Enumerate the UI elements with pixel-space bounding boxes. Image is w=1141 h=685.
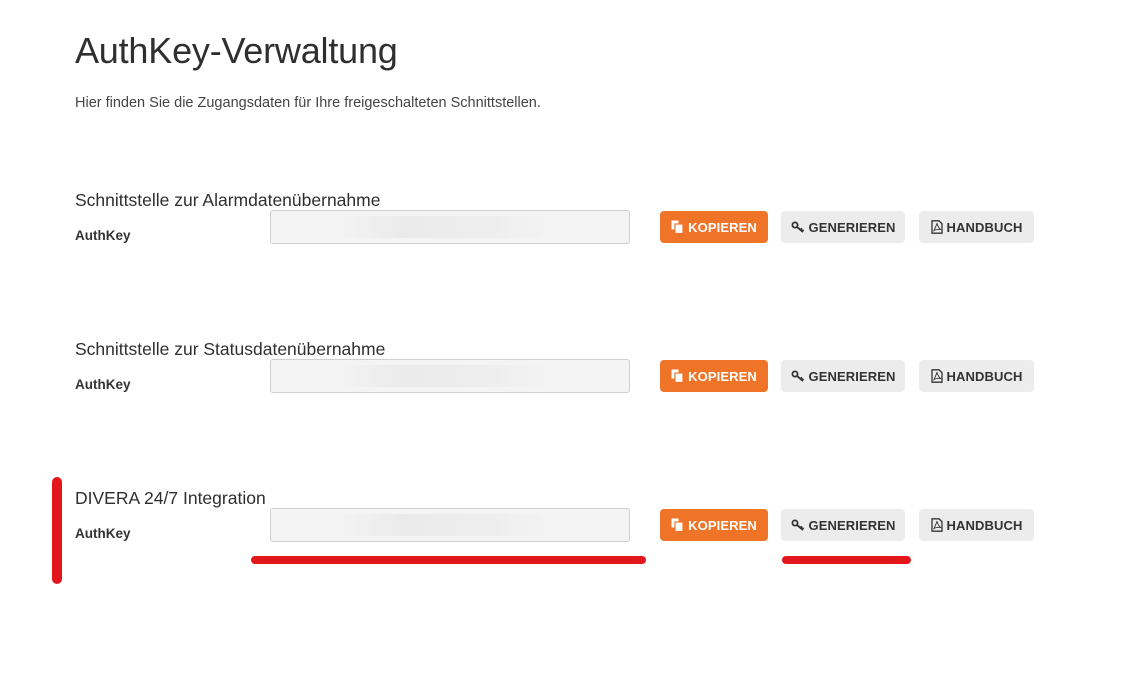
- copy-icon: [671, 518, 684, 532]
- section-heading: Schnittstelle zur Statusdatenübernahme: [75, 339, 386, 359]
- pdf-file-icon: [930, 220, 943, 234]
- key-icon: [791, 519, 805, 531]
- copy-icon: [671, 220, 684, 234]
- authkey-label: AuthKey: [75, 377, 131, 392]
- pdf-file-icon: [930, 369, 943, 383]
- key-icon: [791, 370, 805, 382]
- highlight-underline-authkey: [251, 556, 646, 564]
- manual-button-label: HANDBUCH: [946, 368, 1023, 384]
- highlight-bar: [52, 477, 62, 584]
- manual-button[interactable]: HANDBUCH: [919, 360, 1034, 392]
- copy-button-label: KOPIEREN: [688, 219, 757, 235]
- generate-button[interactable]: GENERIEREN: [781, 509, 905, 541]
- authkey-field[interactable]: [270, 508, 630, 542]
- generate-button-label: GENERIEREN: [808, 517, 896, 533]
- generate-button-label: GENERIEREN: [808, 219, 896, 235]
- manual-button[interactable]: HANDBUCH: [919, 211, 1034, 243]
- copy-icon: [671, 369, 684, 383]
- section-alarm-interface: Schnittstelle zur Alarmdatenübernahme Au…: [75, 189, 1055, 279]
- generate-button[interactable]: GENERIEREN: [781, 360, 905, 392]
- key-icon: [791, 221, 805, 233]
- copy-button-label: KOPIEREN: [688, 517, 757, 533]
- pdf-file-icon: [930, 518, 943, 532]
- highlight-underline-generate: [782, 556, 911, 564]
- copy-button[interactable]: KOPIEREN: [660, 360, 768, 392]
- copy-button[interactable]: KOPIEREN: [660, 509, 768, 541]
- manual-button-label: HANDBUCH: [946, 219, 1023, 235]
- authkey-label: AuthKey: [75, 526, 131, 541]
- section-heading: Schnittstelle zur Alarmdatenübernahme: [75, 190, 381, 210]
- authkey-label: AuthKey: [75, 228, 131, 243]
- page-subtitle: Hier finden Sie die Zugangsdaten für Ihr…: [75, 95, 541, 111]
- copy-button[interactable]: KOPIEREN: [660, 211, 768, 243]
- copy-button-label: KOPIEREN: [688, 368, 757, 384]
- generate-button[interactable]: GENERIEREN: [781, 211, 905, 243]
- section-heading: DIVERA 24/7 Integration: [75, 488, 266, 508]
- authkey-field[interactable]: [270, 359, 630, 393]
- page-title: AuthKey-Verwaltung: [75, 30, 398, 71]
- authkey-field[interactable]: [270, 210, 630, 244]
- section-status-interface: Schnittstelle zur Statusdatenübernahme A…: [75, 338, 1055, 428]
- authkey-page: AuthKey-Verwaltung Hier finden Sie die Z…: [0, 0, 1141, 685]
- generate-button-label: GENERIEREN: [808, 368, 896, 384]
- manual-button[interactable]: HANDBUCH: [919, 509, 1034, 541]
- manual-button-label: HANDBUCH: [946, 517, 1023, 533]
